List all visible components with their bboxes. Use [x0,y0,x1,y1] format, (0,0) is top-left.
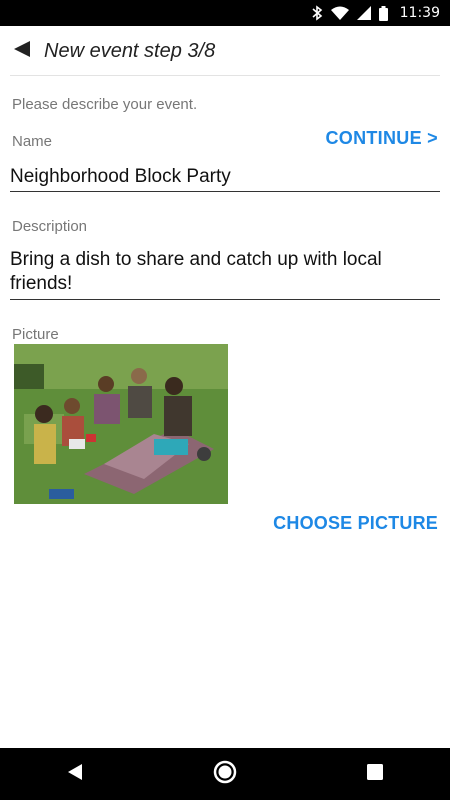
back-button[interactable] [2,26,42,76]
home-circle-icon [213,760,237,789]
back-triangle-icon [67,763,83,786]
continue-button[interactable]: CONTINUE > [325,128,438,149]
form-prompt: Please describe your event. [12,96,198,113]
picture-label: Picture [12,326,59,343]
bluetooth-icon [311,5,323,21]
name-field[interactable]: Neighborhood Block Party [10,163,440,192]
system-nav-bar [0,748,450,800]
page-title: New event step 3/8 [44,39,216,62]
choose-picture-button[interactable]: CHOOSE PICTURE [273,513,438,534]
status-time: 11:39 [399,5,440,21]
signal-icon [356,6,371,20]
header-divider [10,75,440,76]
battery-icon [378,5,388,21]
event-picture [14,344,228,504]
app-bar: New event step 3/8 [0,26,450,76]
wifi-icon [330,6,349,20]
nav-back-button[interactable] [45,748,105,800]
recents-square-icon [366,763,384,786]
nav-home-button[interactable] [195,748,255,800]
status-bar: 11:39 [0,0,450,26]
name-label: Name [12,133,53,150]
description-label: Description [12,218,88,235]
back-arrow-icon [13,40,31,63]
description-field[interactable]: Bring a dish to share and catch up with … [10,248,440,300]
nav-recents-button[interactable] [345,748,405,800]
